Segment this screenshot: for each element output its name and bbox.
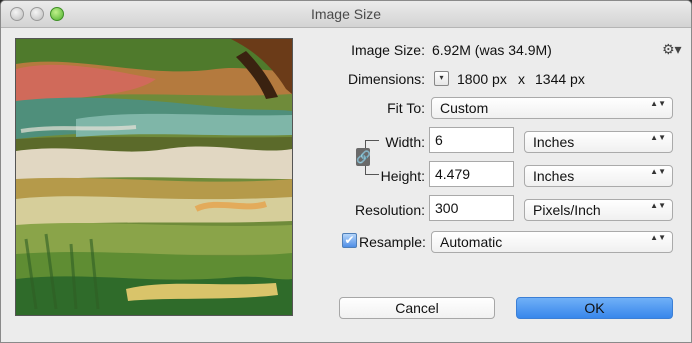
resample-label: Resample:	[359, 234, 426, 250]
height-input[interactable]: 4.479	[429, 161, 514, 187]
dimensions-unit-dropdown-icon[interactable]: ▾	[434, 71, 449, 86]
constrain-link-icon[interactable]: 🔗	[356, 148, 371, 166]
resample-select[interactable]: Automatic ▲▼	[431, 231, 673, 253]
height-label: Height:	[380, 168, 425, 184]
bracket-top	[365, 140, 379, 141]
stepper-arrows-icon: ▲▼	[650, 233, 666, 242]
cancel-button[interactable]: Cancel	[339, 297, 495, 319]
height-unit-value: Inches	[533, 168, 575, 184]
stepper-arrows-icon: ▲▼	[650, 201, 666, 210]
resample-value: Automatic	[440, 234, 503, 250]
resolution-label: Resolution:	[354, 202, 425, 218]
height-unit-select[interactable]: Inches ▲▼	[524, 165, 673, 187]
stepper-arrows-icon: ▲▼	[650, 99, 666, 108]
resample-checkbox[interactable]: ✔	[342, 233, 357, 248]
stepper-arrows-icon: ▲▼	[650, 167, 666, 176]
fit-to-select[interactable]: Custom ▲▼	[431, 97, 673, 119]
image-size-dialog: Image Size Image Size: 6.92M (was 34.9M)…	[0, 0, 692, 343]
resolution-unit-value: Pixels/Inch	[533, 202, 601, 218]
resolution-input[interactable]: 300	[429, 195, 514, 221]
resolution-unit-select[interactable]: Pixels/Inch ▲▼	[524, 199, 673, 221]
window-title: Image Size	[310, 6, 382, 22]
gear-icon[interactable]: ⚙▾	[662, 41, 682, 58]
dimensions-height-value: 1344 px	[535, 71, 585, 87]
title-bar: Image Size	[1, 1, 691, 28]
dimensions-separator: x	[518, 71, 525, 87]
fit-to-value: Custom	[440, 100, 489, 116]
width-label: Width:	[385, 134, 425, 150]
dimensions-width-value: 1800 px	[457, 71, 507, 87]
width-unit-value: Inches	[533, 134, 575, 150]
fit-to-label: Fit To:	[387, 100, 425, 116]
image-size-value: 6.92M (was 34.9M)	[432, 42, 552, 58]
dimensions-label: Dimensions:	[347, 71, 425, 87]
image-size-label: Image Size:	[351, 42, 425, 58]
width-input[interactable]: 6	[429, 127, 514, 153]
stepper-arrows-icon: ▲▼	[650, 133, 666, 142]
painting-preview-image	[16, 39, 292, 315]
ok-button[interactable]: OK	[516, 297, 673, 319]
image-preview[interactable]	[15, 38, 293, 316]
width-unit-select[interactable]: Inches ▲▼	[524, 131, 673, 153]
